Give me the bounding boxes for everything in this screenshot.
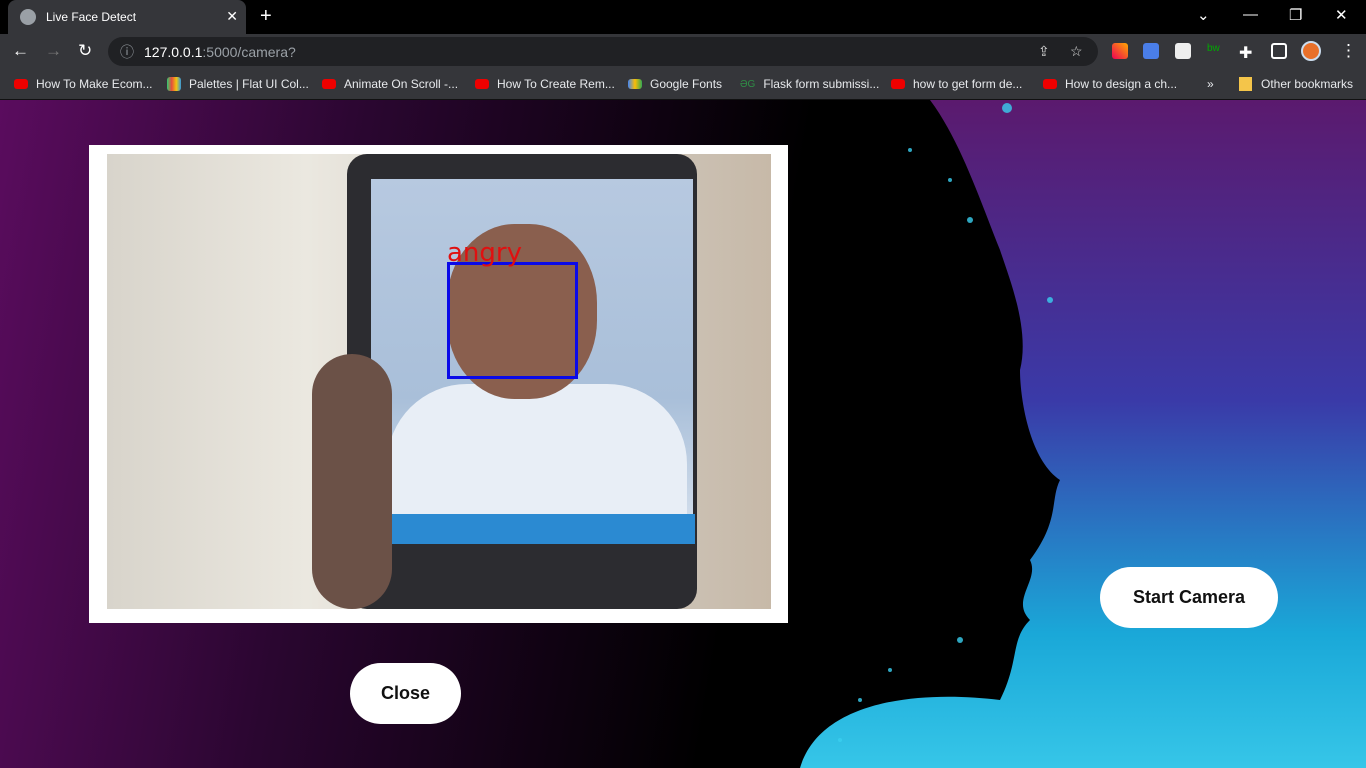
close-window-button[interactable]: ✕ (1335, 6, 1348, 24)
profile-avatar[interactable] (1301, 41, 1321, 61)
extensions-puzzle-icon[interactable]: ✚ (1239, 43, 1255, 62)
color-picker-extension-icon[interactable] (1112, 43, 1128, 59)
t-extension-icon[interactable] (1175, 43, 1191, 59)
bookmark-label: How to design a ch... (1065, 77, 1178, 91)
translate-extension-icon[interactable] (1143, 43, 1159, 59)
tab-search-icon[interactable]: ⌄ (1197, 6, 1210, 24)
star-icon[interactable]: ☆ (1070, 43, 1083, 60)
geeksforgeeks-icon: ƏG (740, 78, 756, 90)
face-detection-box (447, 262, 578, 379)
camera-feed: angry (107, 154, 771, 609)
other-bookmarks[interactable]: Other bookmarks (1239, 77, 1353, 91)
url-host: 127.0.0.1 (144, 43, 203, 60)
bookmark[interactable]: Palettes | Flat UI Col... (167, 77, 309, 91)
youtube-icon (475, 79, 489, 89)
toolbar: ← → ↻ ⓘ 127.0.0.1:5000/camera? ⇪ ☆ bw ✚ … (0, 34, 1366, 68)
forward-icon[interactable]: → (45, 41, 62, 61)
minimize-button[interactable]: — (1243, 6, 1258, 23)
bookmark[interactable]: How To Make Ecom... (14, 77, 152, 91)
bookmark-label: Animate On Scroll -... (344, 77, 459, 91)
google-fonts-icon (628, 79, 642, 89)
folder-icon (1239, 77, 1252, 91)
emotion-label: angry (447, 238, 522, 268)
globe-icon (20, 9, 36, 25)
bookmark[interactable]: How to design a ch... (1043, 77, 1177, 91)
bookmark-label: How To Create Rem... (497, 77, 615, 91)
bookmark[interactable]: ƏG Flask form submissi... (740, 77, 879, 91)
more-bookmarks-button[interactable]: » (1207, 77, 1214, 91)
bookmark-label: Palettes | Flat UI Col... (189, 77, 309, 91)
tab-live-face-detect[interactable]: Live Face Detect ✕ (8, 0, 246, 34)
bw-extension-icon[interactable]: bw (1207, 43, 1223, 59)
info-icon: ⓘ (120, 43, 134, 60)
start-camera-button[interactable]: Start Camera (1100, 567, 1278, 628)
youtube-icon (14, 79, 28, 89)
address-bar[interactable]: ⓘ 127.0.0.1:5000/camera? ⇪ ☆ (108, 37, 1098, 66)
new-tab-button[interactable]: + (260, 5, 272, 28)
particle-face-artwork (800, 100, 1366, 768)
reload-icon[interactable]: ↻ (78, 41, 92, 61)
camera-frame: angry (89, 145, 788, 623)
bookmark[interactable]: Google Fonts (628, 77, 722, 91)
screen-bar (389, 514, 695, 544)
tab-bar: Live Face Detect ✕ + ⌄ — ❐ ✕ (0, 0, 1366, 34)
bookmark[interactable]: how to get form de... (891, 77, 1022, 91)
bookmarks-bar: How To Make Ecom... Palettes | Flat UI C… (0, 68, 1366, 100)
bookmark-label: Flask form submissi... (763, 77, 880, 91)
back-icon[interactable]: ← (12, 41, 29, 61)
bookmark-label: How To Make Ecom... (36, 77, 153, 91)
shirt (387, 384, 687, 519)
url-path: :5000/camera? (202, 43, 296, 60)
thumb (312, 354, 392, 609)
close-button[interactable]: Close (350, 663, 461, 724)
menu-icon[interactable]: ⋮ (1340, 41, 1357, 61)
tab-title: Live Face Detect (46, 10, 137, 24)
face-silhouette-wave (800, 100, 1366, 768)
youtube-icon (891, 79, 905, 89)
youtube-icon (322, 79, 336, 89)
bookmark-label: how to get form de... (913, 77, 1023, 91)
restore-button[interactable]: ❐ (1289, 6, 1302, 24)
bookmark[interactable]: Animate On Scroll -... (322, 77, 458, 91)
bookmark-label: Google Fonts (650, 77, 723, 91)
page-content: angry Close Start Camera (0, 100, 1366, 768)
bookmark-label: Other bookmarks (1261, 77, 1354, 91)
close-tab-icon[interactable]: ✕ (226, 8, 238, 25)
bookmark[interactable]: How To Create Rem... (475, 77, 615, 91)
share-icon[interactable]: ⇪ (1038, 43, 1050, 60)
palette-icon (167, 77, 181, 91)
side-panel-icon[interactable] (1271, 43, 1287, 59)
youtube-icon (1043, 79, 1057, 89)
